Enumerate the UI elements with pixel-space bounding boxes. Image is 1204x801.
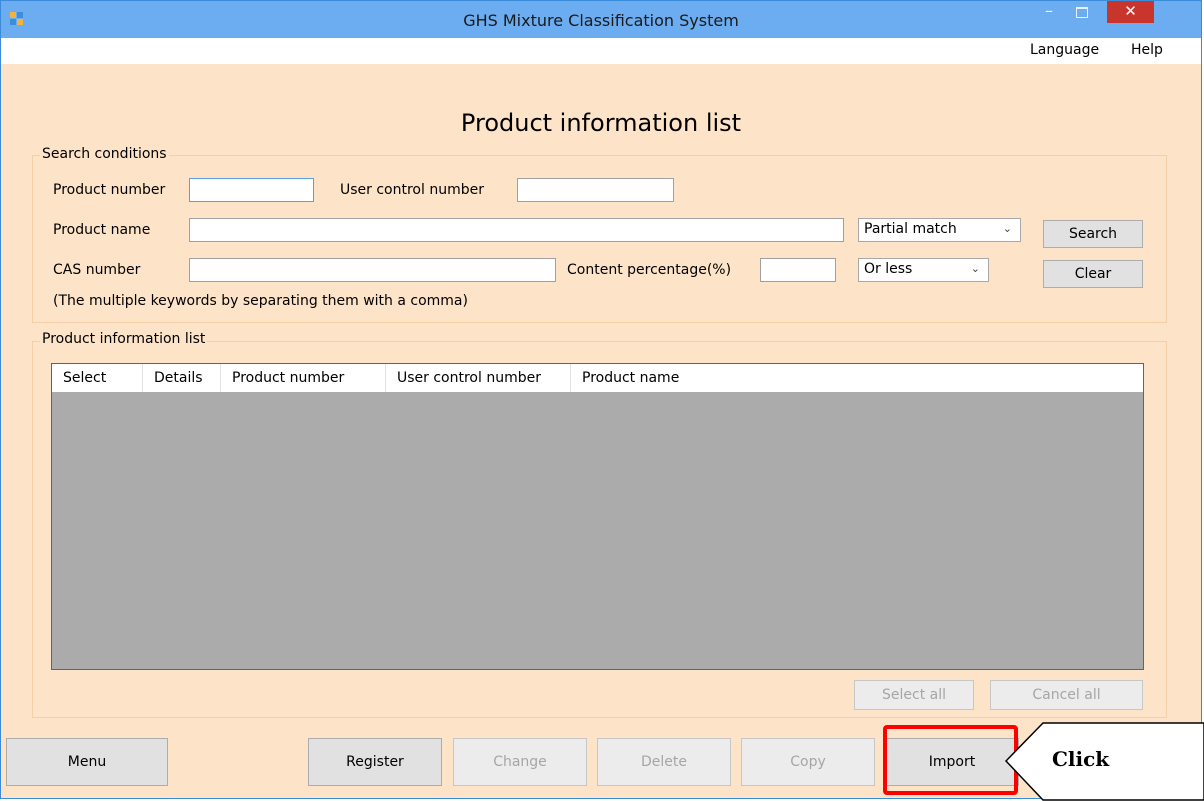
- chevron-down-icon: ⌄: [1002, 222, 1012, 235]
- grid-header: Select Details Product number User contr…: [52, 364, 1143, 392]
- chevron-down-icon: ⌄: [970, 262, 980, 275]
- product-name-input[interactable]: [189, 218, 844, 242]
- product-grid[interactable]: Select Details Product number User contr…: [51, 363, 1144, 670]
- main-window: GHS Mixture Classification System – ✕ La…: [0, 0, 1202, 799]
- close-icon[interactable]: ✕: [1107, 1, 1154, 23]
- product-name-label: Product name: [53, 222, 151, 238]
- title-bar[interactable]: GHS Mixture Classification System – ✕: [1, 1, 1201, 38]
- comparison-select[interactable]: Or less ⌄: [858, 258, 989, 282]
- search-conditions-label: Search conditions: [40, 146, 169, 162]
- column-header-user-control-number[interactable]: User control number: [386, 364, 571, 392]
- change-button[interactable]: Change: [453, 738, 587, 786]
- column-header-select[interactable]: Select: [52, 364, 143, 392]
- product-list-label: Product information list: [40, 331, 208, 347]
- copy-button[interactable]: Copy: [741, 738, 875, 786]
- column-header-product-name[interactable]: Product name: [571, 364, 1143, 392]
- search-button[interactable]: Search: [1043, 220, 1143, 248]
- delete-button[interactable]: Delete: [597, 738, 731, 786]
- clear-button[interactable]: Clear: [1043, 260, 1143, 288]
- match-mode-select[interactable]: Partial match ⌄: [858, 218, 1021, 242]
- match-mode-value: Partial match: [864, 221, 957, 237]
- cas-number-input[interactable]: [189, 258, 556, 282]
- menu-help[interactable]: Help: [1131, 42, 1163, 58]
- click-callout-text: Click: [1052, 747, 1110, 771]
- product-number-input[interactable]: [189, 178, 314, 202]
- content-percentage-label: Content percentage(%): [567, 262, 732, 278]
- menu-bar: Language Help: [1, 38, 1201, 64]
- menu-button[interactable]: Menu: [6, 738, 168, 786]
- comparison-value: Or less: [864, 261, 913, 277]
- register-button[interactable]: Register: [308, 738, 442, 786]
- cas-number-label: CAS number: [53, 262, 141, 278]
- select-all-button[interactable]: Select all: [854, 680, 974, 710]
- window-title: GHS Mixture Classification System: [463, 11, 739, 30]
- page-title: Product information list: [460, 109, 742, 137]
- column-header-product-number[interactable]: Product number: [221, 364, 386, 392]
- search-hint: (The multiple keywords by separating the…: [53, 293, 468, 309]
- column-header-details[interactable]: Details: [143, 364, 221, 392]
- menu-language[interactable]: Language: [1030, 42, 1099, 58]
- user-control-number-label: User control number: [340, 182, 484, 198]
- content-percentage-input[interactable]: [760, 258, 836, 282]
- user-control-number-input[interactable]: [517, 178, 674, 202]
- cancel-all-button[interactable]: Cancel all: [990, 680, 1143, 710]
- product-number-label: Product number: [53, 182, 166, 198]
- import-highlight-box: [883, 725, 1018, 795]
- maximize-icon[interactable]: [1069, 1, 1095, 23]
- minimize-icon[interactable]: –: [1038, 1, 1060, 23]
